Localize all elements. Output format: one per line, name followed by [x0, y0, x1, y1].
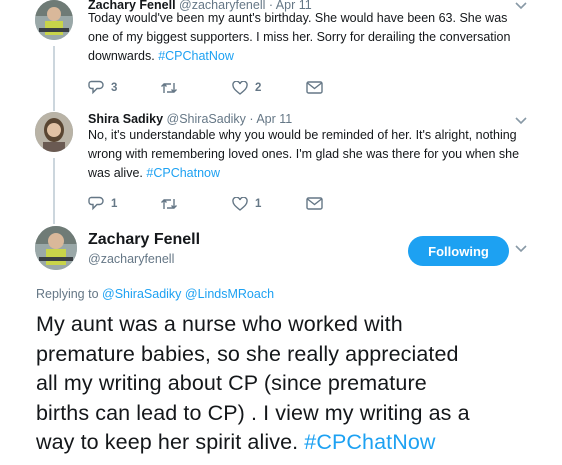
main-text-line: births can lead to CP) . I view my writi… [36, 400, 470, 425]
message-icon [306, 81, 323, 94]
main-text-line: My aunt was a nurse who worked with [36, 312, 403, 336]
replying-to: Replying to @ShiraSadiky @LindsMRoach [36, 287, 274, 301]
replying-prefix: Replying to [36, 287, 99, 301]
reply-icon [88, 196, 104, 211]
following-button[interactable]: Following [408, 236, 509, 266]
chevron-down-icon[interactable] [515, 117, 527, 125]
main-handle[interactable]: @zacharyfenell [88, 252, 174, 266]
reply-count: 1 [111, 197, 118, 210]
thread-line-2 [53, 158, 55, 224]
message-button[interactable] [306, 81, 323, 94]
like-button[interactable]: 1 [232, 196, 306, 211]
like-icon [232, 80, 248, 95]
chevron-down-icon[interactable] [515, 245, 527, 253]
tweet-text-line: No, it's understandable why you would be… [88, 128, 517, 142]
message-button[interactable] [306, 197, 323, 210]
avatar[interactable] [35, 226, 77, 270]
retweet-icon [161, 82, 177, 93]
mention-link[interactable]: @ShiraSadiky [102, 287, 181, 301]
tweet-text-line: was alive. #CPChatnow [88, 166, 221, 180]
tweet-header: Shira Sadiky @ShiraSadiky · Apr 11 [88, 112, 292, 126]
retweet-button[interactable] [160, 81, 232, 95]
retweet-icon [161, 198, 177, 209]
like-icon [232, 196, 248, 211]
main-text-line: premature babies, so she really apprecia… [36, 341, 459, 366]
tweet-actions: 3 2 [88, 80, 323, 95]
main-tweet-text: My aunt was a nurse who worked with prem… [36, 310, 546, 458]
handle-date[interactable]: @ShiraSadiky · Apr 11 [167, 112, 293, 126]
like-count: 1 [255, 197, 262, 210]
like-count: 2 [255, 81, 262, 94]
tweet-text: Today would've been my aunt's birthday. … [88, 9, 548, 66]
tweet-actions: 1 1 [88, 196, 323, 211]
tweet-text-line: wrong with remembering loved ones. I'm g… [88, 147, 520, 161]
hashtag-link[interactable]: #CPChatNow [304, 430, 435, 454]
main-text-line: way to keep her spirit alive. #CPChatNow [36, 430, 436, 454]
main-author-name[interactable]: Zachary Fenell [88, 231, 200, 249]
main-text-line: all my writing about CP (since premature [36, 371, 427, 395]
reply-icon [88, 80, 104, 95]
tweet-text-line: one of my biggest supporters. I miss her… [88, 30, 511, 44]
hashtag-link[interactable]: #CPChatnow [146, 166, 220, 180]
thread-line-1 [53, 46, 55, 111]
retweet-button[interactable] [160, 197, 232, 211]
like-button[interactable]: 2 [232, 80, 306, 95]
tweet-text-line: Today would've been my aunt's birthday. … [88, 11, 508, 25]
hashtag-link[interactable]: #CPChatNow [158, 49, 234, 63]
reply-count: 3 [111, 81, 118, 94]
author-name[interactable]: Shira Sadiky [88, 112, 163, 126]
avatar[interactable] [35, 0, 73, 40]
message-icon [306, 197, 323, 210]
reply-button[interactable]: 3 [88, 80, 160, 95]
tweet-text: No, it's understandable why you would be… [88, 126, 548, 183]
mention-link[interactable]: @LindsMRoach [185, 287, 274, 301]
reply-button[interactable]: 1 [88, 196, 160, 211]
avatar[interactable] [35, 112, 73, 152]
tweet-text-line: downwards. #CPChatNow [88, 49, 234, 63]
